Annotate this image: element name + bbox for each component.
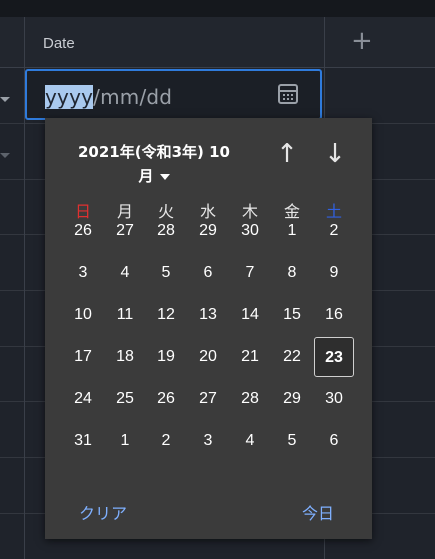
month-year-selector[interactable]: 2021年(令和3年) 10 月 [69,140,239,188]
previous-month-button[interactable]: ↑ [273,140,301,168]
day-cell[interactable]: 10 [63,295,103,335]
day-cell[interactable]: 9 [314,253,354,293]
arrow-down-icon: ↓ [324,139,346,169]
day-cell[interactable]: 4 [105,253,145,293]
day-cell-selected[interactable]: 23 [314,337,354,377]
day-cell[interactable]: 16 [314,295,354,335]
day-cell[interactable]: 20 [188,337,228,377]
column-divider [24,67,25,559]
day-cell[interactable]: 14 [230,295,270,335]
day-cell[interactable]: 28 [146,211,186,251]
day-cell[interactable]: 2 [314,211,354,251]
day-cell[interactable]: 15 [272,295,312,335]
day-cell[interactable]: 2 [146,421,186,461]
day-cell[interactable]: 26 [63,211,103,251]
day-cell[interactable]: 21 [230,337,270,377]
date-input[interactable]: yyyy/mm/dd [25,69,322,120]
day-cell[interactable]: 6 [314,421,354,461]
day-cell[interactable]: 3 [63,253,103,293]
month-day-segments[interactable]: /mm/dd [93,85,172,109]
arrow-up-icon: ↑ [276,139,298,169]
day-cell[interactable]: 22 [272,337,312,377]
day-cell[interactable]: 24 [63,379,103,419]
today-button[interactable]: 今日 [302,500,334,524]
header-divider-left [24,17,25,67]
day-cell[interactable]: 5 [272,421,312,461]
day-cell[interactable]: 30 [230,211,270,251]
day-cell[interactable]: 3 [188,421,228,461]
day-cell[interactable]: 6 [188,253,228,293]
top-bar [0,0,435,17]
day-cell[interactable]: 4 [230,421,270,461]
day-cell[interactable]: 28 [230,379,270,419]
day-cell[interactable]: 17 [63,337,103,377]
day-cell[interactable]: 7 [230,253,270,293]
day-cell[interactable]: 13 [188,295,228,335]
date-input-text[interactable]: yyyy/mm/dd [45,85,172,109]
day-cell[interactable]: 19 [146,337,186,377]
chevron-down-icon [159,173,170,180]
calendar-popup: 2021年(令和3年) 10 月 ↑ ↓ 日月火水木金土 26 27 28 29 30 1… [45,118,372,539]
next-month-button[interactable]: ↓ [321,140,349,168]
row-expand-icon[interactable] [0,97,10,102]
day-cell[interactable]: 31 [63,421,103,461]
day-cell[interactable]: 8 [272,253,312,293]
day-cell[interactable]: 18 [105,337,145,377]
day-cell[interactable]: 26 [146,379,186,419]
day-cell[interactable]: 25 [105,379,145,419]
day-cell[interactable]: 1 [105,421,145,461]
day-cell[interactable]: 5 [146,253,186,293]
plus-icon: + [351,26,373,56]
date-column-header[interactable]: Date [43,35,75,52]
month-year-line1: 2021年(令和3年) 10 [78,143,230,161]
add-column-button[interactable]: + [351,28,373,54]
clear-button[interactable]: クリア [79,500,127,524]
day-cell[interactable]: 27 [105,211,145,251]
day-cell[interactable]: 27 [188,379,228,419]
day-cell[interactable]: 29 [188,211,228,251]
day-cell[interactable]: 12 [146,295,186,335]
header-divider-right [324,17,325,67]
month-year-line2: 月 [138,167,154,185]
day-cell[interactable]: 11 [105,295,145,335]
day-cell[interactable]: 29 [272,379,312,419]
day-cell[interactable]: 1 [272,211,312,251]
year-segment[interactable]: yyyy [45,85,94,109]
day-cell[interactable]: 30 [314,379,354,419]
calendar-icon[interactable] [278,84,298,104]
row-expand-icon[interactable] [0,153,10,158]
